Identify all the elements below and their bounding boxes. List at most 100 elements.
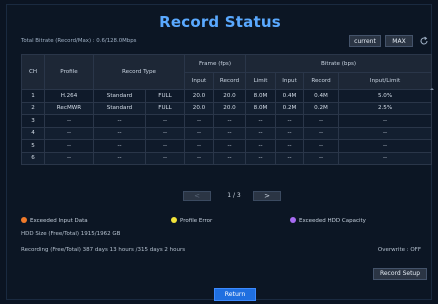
cell: 0.2M [303, 101, 340, 115]
cell: -- [93, 114, 146, 128]
table-row: 4 -- -- -- -- -- -- -- -- -- [21, 126, 433, 140]
cell: -- [213, 114, 247, 128]
record-setup-button[interactable]: Record Setup [373, 268, 427, 280]
legend-profile-error: Profile Error [171, 217, 212, 224]
cell: -- [93, 126, 146, 140]
legend-exceeded-hdd: Exceeded HDD Capacity [290, 217, 366, 224]
cell: -- [338, 114, 433, 128]
cell: 1 [21, 89, 45, 103]
purple-dot-icon [290, 217, 296, 223]
table-row: 2 RecMWR Standard FULL 20.0 20.0 8.0M 0.… [21, 101, 433, 115]
cell: -- [144, 139, 186, 153]
hdd-size-text: HDD Size (Free/Total) 1915/1962 GB [21, 231, 121, 237]
scroll-up-icon[interactable] [430, 87, 434, 91]
cell: 20.0 [213, 101, 247, 115]
cell: RecMWR [44, 101, 94, 115]
cell: -- [44, 126, 94, 140]
cell: -- [184, 139, 215, 153]
header-bitrate-limit: Limit [245, 72, 277, 90]
cell: 5 [21, 139, 45, 153]
header-profile: Profile [44, 54, 94, 90]
cell: 8.0M [245, 101, 277, 115]
cell: -- [213, 126, 247, 140]
cell: -- [275, 126, 305, 140]
cell: -- [93, 151, 146, 165]
cell: -- [184, 126, 215, 140]
current-button[interactable]: current [349, 35, 381, 47]
cell: -- [275, 114, 305, 128]
header-frame: Frame (fps) [184, 54, 247, 73]
cell: -- [338, 151, 433, 165]
cell: 20.0 [184, 101, 215, 115]
overwrite-status: Overwrite : OFF [377, 247, 421, 253]
cell: -- [245, 126, 277, 140]
pagination: < 1 / 3 > [7, 191, 433, 203]
cell: 20.0 [184, 89, 215, 103]
cell: 8.0M [245, 89, 277, 103]
header-frame-record: Record [213, 72, 247, 90]
cell: -- [144, 114, 186, 128]
yellow-dot-icon [171, 217, 177, 223]
cell: -- [213, 139, 247, 153]
cell: -- [338, 139, 433, 153]
cell: -- [303, 114, 340, 128]
cell: -- [44, 151, 94, 165]
cell: 20.0 [213, 89, 247, 103]
legend-label: Exceeded Input Data [30, 218, 88, 224]
cell: 2 [21, 101, 45, 115]
dialog-title: Record Status [159, 13, 281, 31]
cell: -- [303, 151, 340, 165]
cell: 5.0% [338, 89, 433, 103]
cell: -- [338, 126, 433, 140]
record-status-table: CH Profile Record Type Frame (fps) Bitra… [21, 54, 433, 165]
cell: -- [144, 126, 186, 140]
table-row: 1 H.264 Standard FULL 20.0 20.0 8.0M 0.4… [21, 89, 433, 103]
cell: -- [144, 151, 186, 165]
cell: 2.5% [338, 101, 433, 115]
header-ch: CH [21, 54, 45, 90]
cell: 3 [21, 114, 45, 128]
cell: -- [275, 139, 305, 153]
cell: -- [44, 139, 94, 153]
cell: 0.2M [275, 101, 305, 115]
cell: -- [184, 151, 215, 165]
cell: 4 [21, 126, 45, 140]
cell: -- [303, 126, 340, 140]
prev-page-button[interactable]: < [183, 191, 211, 201]
return-button[interactable]: Return [214, 288, 256, 301]
header-bitrate: Bitrate (bps) [245, 54, 433, 73]
cell: -- [245, 139, 277, 153]
page-indicator: 1 / 3 [227, 192, 241, 199]
max-button[interactable]: MAX [385, 35, 413, 47]
cell: -- [44, 114, 94, 128]
next-page-button[interactable]: > [253, 191, 281, 201]
orange-dot-icon [21, 217, 27, 223]
header-bitrate-ratio: Input/Limit [338, 72, 433, 90]
table-row: 3 -- -- -- -- -- -- -- -- -- [21, 114, 433, 128]
refresh-icon[interactable] [419, 36, 429, 46]
header-bitrate-record: Record [303, 72, 340, 90]
cell: Standard [93, 101, 146, 115]
cell: Standard [93, 89, 146, 103]
cell: 0.4M [275, 89, 305, 103]
cell: -- [184, 114, 215, 128]
legend-label: Exceeded HDD Capacity [299, 218, 366, 224]
recording-days-text: Recording (Free/Total) 387 days 13 hours… [21, 247, 186, 253]
cell: -- [213, 151, 247, 165]
cell: -- [303, 139, 340, 153]
cell: H.264 [44, 89, 94, 103]
header-bitrate-input: Input [275, 72, 305, 90]
header-frame-input: Input [184, 72, 215, 90]
cell: FULL [144, 89, 186, 103]
table-row: 5 -- -- -- -- -- -- -- -- -- [21, 139, 433, 153]
table-row: 6 -- -- -- -- -- -- -- -- -- [21, 151, 433, 165]
cell: -- [245, 114, 277, 128]
cell: -- [245, 151, 277, 165]
legend-label: Profile Error [180, 218, 213, 224]
cell: 0.4M [303, 89, 340, 103]
cell: -- [275, 151, 305, 165]
record-status-dialog: Record Status Total Bitrate (Record/Max)… [6, 4, 434, 301]
cell: 6 [21, 151, 45, 165]
cell: -- [93, 139, 146, 153]
legend-exceeded-input: Exceeded Input Data [21, 217, 88, 224]
